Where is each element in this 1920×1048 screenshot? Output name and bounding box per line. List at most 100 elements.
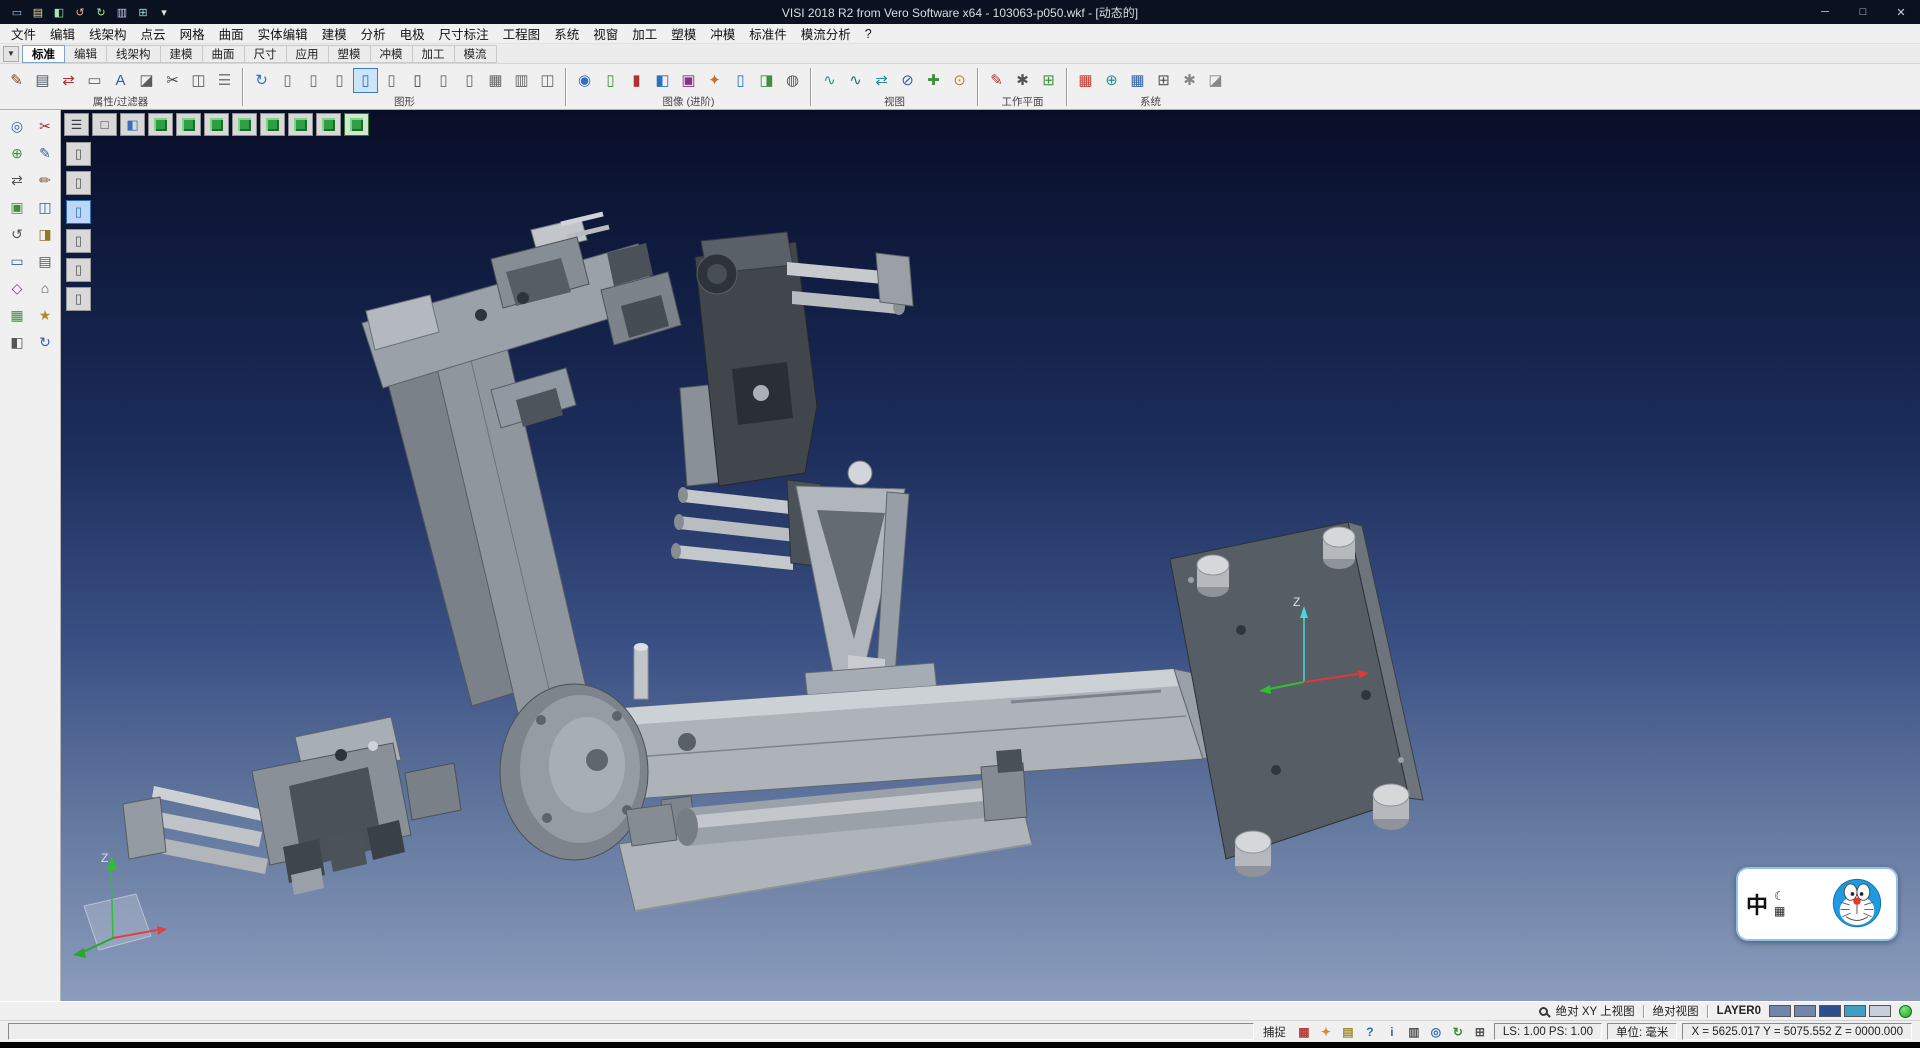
view-mode-label[interactable]: 绝对视图 xyxy=(1653,1003,1699,1019)
lt-rotate-icon[interactable]: ↺ xyxy=(5,223,29,245)
render-mode-icon[interactable]: ◧ xyxy=(120,113,145,136)
attr-half-icon[interactable]: ◪ xyxy=(134,68,159,93)
qa-redo-icon[interactable]: ↻ xyxy=(92,3,110,21)
lt-rows-icon[interactable]: ▤ xyxy=(33,250,57,272)
sys-spark-icon[interactable]: ✱ xyxy=(1177,68,1202,93)
side-toggle-5[interactable]: ▯ xyxy=(66,258,91,282)
attr-cut-icon[interactable]: ✂ xyxy=(160,68,185,93)
tab-3[interactable]: 建模 xyxy=(161,45,203,63)
attr-layers-icon[interactable]: ◫ xyxy=(186,68,211,93)
view-plus-icon[interactable]: ✚ xyxy=(921,68,946,93)
qa-open-icon[interactable]: ▤ xyxy=(29,3,47,21)
gfx-cylinder-7-icon[interactable]: ▯ xyxy=(457,68,482,93)
lt-shade-icon[interactable]: ◧ xyxy=(5,331,29,353)
gfx-rows-icon[interactable]: ▥ xyxy=(509,68,534,93)
qa-print-icon[interactable]: ▥ xyxy=(113,3,131,21)
lt-home-icon[interactable]: ⌂ xyxy=(33,277,57,299)
tab-6[interactable]: 应用 xyxy=(287,45,329,63)
wp-gear-icon[interactable]: ✱ xyxy=(1010,68,1035,93)
view-orientation-label[interactable]: 绝对 XY 上视图 xyxy=(1556,1003,1635,1019)
tab-4[interactable]: 曲面 xyxy=(203,45,245,63)
img-cylinder-blue-icon[interactable]: ▯ xyxy=(728,68,753,93)
units-field[interactable]: 单位: 毫米 xyxy=(1607,1023,1677,1040)
view-cube-left-icon[interactable] xyxy=(260,113,285,136)
menu-item-8[interactable]: 分析 xyxy=(354,23,393,44)
ime-keyboard-icon[interactable]: ▦ xyxy=(1774,905,1785,918)
zoom-search-icon[interactable] xyxy=(1539,1007,1548,1016)
qa-more-icon[interactable]: ▾ xyxy=(155,3,173,21)
menu-item-1[interactable]: 编辑 xyxy=(43,23,82,44)
side-toggle-6[interactable]: ▯ xyxy=(66,287,91,311)
menu-item-0[interactable]: 文件 xyxy=(4,23,43,44)
side-toggle-2[interactable]: ▯ xyxy=(66,171,91,195)
viewport-3d[interactable]: Z Z ☰□◧ ▯▯▯▯▯▯ 中 ☾▦ xyxy=(61,110,1920,1001)
lt-draw-icon[interactable]: ✏ xyxy=(33,169,57,191)
lt-half-icon[interactable]: ◨ xyxy=(33,223,57,245)
lt-select-icon[interactable]: ◎ xyxy=(5,115,29,137)
gfx-shaded-icon[interactable]: ▯ xyxy=(353,68,378,93)
qa-new-icon[interactable]: ▭ xyxy=(8,3,26,21)
tab-1[interactable]: 编辑 xyxy=(65,45,107,63)
sb-refresh-icon[interactable]: ↻ xyxy=(1449,1023,1467,1040)
menu-item-6[interactable]: 实体编辑 xyxy=(251,23,315,44)
part-main-beam[interactable] xyxy=(595,669,1231,800)
taskbar-edge[interactable] xyxy=(0,1042,1920,1048)
img-dot-icon[interactable]: ◍ xyxy=(780,68,805,93)
gfx-cylinder-6-icon[interactable]: ▯ xyxy=(431,68,456,93)
tab-7[interactable]: 塑模 xyxy=(329,45,371,63)
menu-item-7[interactable]: 建模 xyxy=(315,23,354,44)
gfx-grid-icon[interactable]: ▦ xyxy=(483,68,508,93)
view-wave-2-icon[interactable]: ∿ xyxy=(843,68,868,93)
tab-0[interactable]: 标准 xyxy=(22,45,65,63)
img-half-green-icon[interactable]: ◨ xyxy=(754,68,779,93)
view-cube-front-icon[interactable] xyxy=(204,113,229,136)
side-toggle-4[interactable]: ▯ xyxy=(66,229,91,253)
attr-text-icon[interactable]: A xyxy=(108,68,133,93)
view-null-icon[interactable]: ⊘ xyxy=(895,68,920,93)
layer-color-1[interactable] xyxy=(1769,1005,1791,1017)
menu-item-19[interactable]: ? xyxy=(858,26,879,42)
img-half-blue-icon[interactable]: ◧ xyxy=(650,68,675,93)
gfx-cylinder-5-icon[interactable]: ▯ xyxy=(405,68,430,93)
lt-mesh-icon[interactable]: ▦ xyxy=(5,304,29,326)
lt-move-icon[interactable]: ⇄ xyxy=(5,169,29,191)
side-toggle-1[interactable]: ▯ xyxy=(66,142,91,166)
tab-dropdown-button[interactable]: ▼ xyxy=(3,46,19,62)
gfx-panels-icon[interactable]: ◫ xyxy=(535,68,560,93)
lt-diamond-icon[interactable]: ◇ xyxy=(5,277,29,299)
menu-item-16[interactable]: 冲模 xyxy=(703,23,742,44)
tab-9[interactable]: 加工 xyxy=(413,45,455,63)
menu-item-12[interactable]: 系统 xyxy=(547,23,586,44)
menu-item-17[interactable]: 标准件 xyxy=(742,23,794,44)
active-layer-label[interactable]: LAYER0 xyxy=(1717,1005,1761,1017)
sys-globe-icon[interactable]: ⊕ xyxy=(1099,68,1124,93)
attr-menu-icon[interactable]: ☰ xyxy=(212,68,237,93)
minimize-button[interactable]: ─ xyxy=(1806,0,1844,24)
menu-item-3[interactable]: 点云 xyxy=(134,23,173,44)
gfx-refresh-icon[interactable]: ↻ xyxy=(249,68,274,93)
menu-item-2[interactable]: 线架构 xyxy=(82,23,134,44)
sys-table-icon[interactable]: ▦ xyxy=(1125,68,1150,93)
gfx-cylinder-1-icon[interactable]: ▯ xyxy=(275,68,300,93)
tab-5[interactable]: 尺寸 xyxy=(245,45,287,63)
display-window-icon[interactable]: □ xyxy=(92,113,117,136)
menu-item-4[interactable]: 网格 xyxy=(173,23,212,44)
menu-item-11[interactable]: 工程图 xyxy=(496,23,548,44)
view-cube-top-icon[interactable] xyxy=(176,113,201,136)
cad-model[interactable]: Z Z xyxy=(61,110,1920,1001)
viewport-menu-icon[interactable]: ☰ xyxy=(64,113,89,136)
view-cube-bottom-icon[interactable] xyxy=(316,113,341,136)
gfx-cylinder-3-icon[interactable]: ▯ xyxy=(327,68,352,93)
ime-toolbar[interactable]: 中 ☾▦ xyxy=(1736,867,1898,941)
attr-box-icon[interactable]: ▭ xyxy=(82,68,107,93)
tab-8[interactable]: 冲模 xyxy=(371,45,413,63)
sb-grid-red-icon[interactable]: ▦ xyxy=(1295,1023,1313,1040)
sys-quad-icon[interactable]: ▦ xyxy=(1073,68,1098,93)
sys-grid-icon[interactable]: ⊞ xyxy=(1151,68,1176,93)
img-star-icon[interactable]: ✦ xyxy=(702,68,727,93)
status-indicator-icon[interactable] xyxy=(1899,1005,1912,1018)
img-bar-red-icon[interactable]: ▮ xyxy=(624,68,649,93)
view-cube-back-icon[interactable] xyxy=(288,113,313,136)
tab-2[interactable]: 线架构 xyxy=(107,45,161,63)
tab-10[interactable]: 模流 xyxy=(455,45,497,63)
